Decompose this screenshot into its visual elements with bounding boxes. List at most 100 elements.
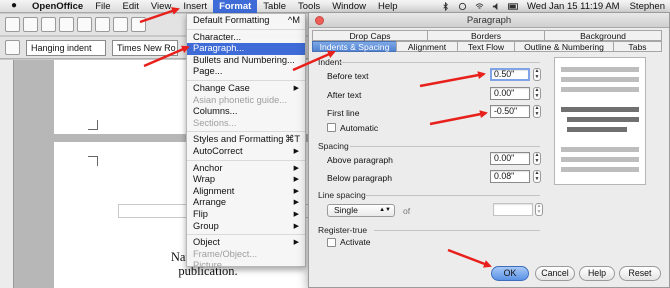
menu-item-columns[interactable]: Columns...: [187, 106, 305, 118]
above-paragraph-stepper[interactable]: ▲ ▼: [533, 152, 541, 165]
line-spacing-of-label: of: [403, 206, 411, 216]
menu-insert[interactable]: Insert: [177, 0, 213, 13]
tab-alignment[interactable]: Alignment: [396, 41, 458, 52]
preview-line: [567, 127, 627, 132]
tab-indents-spacing[interactable]: Indents & Spacing: [312, 41, 397, 52]
dialog-title: Paragraph: [466, 15, 512, 26]
menu-file[interactable]: File: [89, 0, 116, 13]
apple-icon[interactable]: ●: [8, 0, 20, 12]
format-menu: Default Formatting ^M Character... Paragr…: [186, 13, 306, 270]
menu-window[interactable]: Window: [326, 0, 372, 13]
menu-table[interactable]: Table: [257, 0, 292, 13]
menu-item-wrap[interactable]: Wrap ▶: [187, 174, 305, 186]
battery-icon[interactable]: [508, 2, 519, 11]
wifi-icon[interactable]: [474, 2, 485, 11]
tab-text-flow[interactable]: Text Flow: [457, 41, 515, 52]
line-spacing-of-input[interactable]: [493, 203, 533, 216]
dialog-titlebar: Paragraph: [309, 13, 669, 28]
menu-item-bullets-numbering[interactable]: Bullets and Numbering...: [187, 55, 305, 67]
after-text-input[interactable]: 0.00": [490, 87, 530, 100]
new-document-icon[interactable]: [5, 17, 20, 32]
menu-edit[interactable]: Edit: [117, 0, 145, 13]
submenu-arrow-icon: ▶: [293, 210, 299, 218]
submenu-arrow-icon: ▶: [293, 187, 299, 195]
paragraph-preview: [554, 57, 646, 185]
line-spacing-select[interactable]: Single ▲▼: [327, 204, 395, 217]
above-paragraph-label: Above paragraph: [327, 155, 393, 165]
first-line-input[interactable]: -0.50": [490, 105, 530, 118]
submenu-arrow-icon: ▶: [293, 164, 299, 172]
menu-view[interactable]: View: [145, 0, 177, 13]
activate-label: Activate: [340, 237, 371, 247]
font-name-combo[interactable]: Times New Ro: [112, 39, 178, 56]
open-icon[interactable]: [23, 17, 38, 32]
below-paragraph-label: Below paragraph: [327, 173, 392, 183]
volume-icon[interactable]: [491, 2, 502, 11]
menu-item-frame-object: Frame/Object...: [193, 248, 258, 259]
menubar-clock[interactable]: Wed Jan 15 11:19 AM: [522, 1, 625, 12]
first-line-label: First line: [327, 108, 360, 118]
menu-separator: [187, 131, 305, 133]
submenu-arrow-icon: ▶: [293, 239, 299, 247]
menubar-user[interactable]: Stephen: [625, 1, 670, 12]
tab-tabs[interactable]: Tabs: [613, 41, 662, 52]
menu-item-page[interactable]: Page...: [187, 66, 305, 78]
first-line-stepper[interactable]: ▲ ▼: [533, 105, 541, 118]
submenu-arrow-icon: ▶: [293, 147, 299, 155]
menu-item-arrange[interactable]: Arrange ▶: [187, 197, 305, 209]
preview-line: [561, 167, 639, 172]
before-text-label: Before text: [327, 71, 369, 81]
before-text-input[interactable]: 0.50": [490, 68, 530, 81]
bluetooth-icon[interactable]: [440, 1, 451, 11]
menu-item-anchor[interactable]: Anchor ▶: [187, 163, 305, 175]
line-spacing-of-stepper[interactable]: ▲ ▼: [535, 203, 543, 216]
save-icon[interactable]: [41, 17, 56, 32]
sync-icon[interactable]: [457, 2, 468, 11]
below-paragraph-input[interactable]: 0.08": [490, 170, 530, 183]
above-paragraph-input[interactable]: 0.00": [490, 152, 530, 165]
preview-line: [561, 107, 639, 112]
help-button[interactable]: Help: [579, 266, 615, 281]
tab-outline-numbering[interactable]: Outline & Numbering: [514, 41, 614, 52]
before-text-stepper[interactable]: ▲ ▼: [533, 68, 541, 81]
automatic-checkbox[interactable]: [327, 123, 336, 132]
menu-item-object[interactable]: Object ▶: [187, 237, 305, 249]
app-menu[interactable]: OpenOffice: [26, 0, 89, 13]
reset-button[interactable]: Reset: [619, 266, 661, 281]
submenu-arrow-icon: ▶: [293, 176, 299, 184]
menu-item-flip[interactable]: Flip ▶: [187, 209, 305, 221]
menu-separator: [187, 159, 305, 161]
tab-background[interactable]: Background: [544, 30, 662, 41]
indent-section-label: Indent: [318, 57, 342, 67]
after-text-stepper[interactable]: ▲ ▼: [533, 87, 541, 100]
menu-item-paragraph[interactable]: Paragraph...: [187, 43, 305, 55]
edit-file-icon[interactable]: [77, 17, 92, 32]
menu-item-change-case[interactable]: Change Case ▶: [187, 83, 305, 95]
menu-item-group[interactable]: Group ▶: [187, 221, 305, 233]
below-paragraph-stepper[interactable]: ▲ ▼: [533, 170, 541, 183]
menu-help[interactable]: Help: [372, 0, 404, 13]
paragraph-style-combo[interactable]: Hanging indent: [26, 39, 106, 56]
tab-borders[interactable]: Borders: [427, 30, 545, 41]
ok-button[interactable]: OK: [491, 266, 529, 281]
spellcheck-icon[interactable]: [131, 17, 146, 32]
spacing-section-label: Spacing: [318, 141, 349, 151]
tab-drop-caps[interactable]: Drop Caps: [312, 30, 428, 41]
menu-item-default-formatting[interactable]: Default Formatting ^M: [187, 15, 305, 27]
cancel-button[interactable]: Cancel: [535, 266, 575, 281]
menu-format[interactable]: Format: [213, 0, 258, 13]
close-window-icon[interactable]: [315, 16, 324, 25]
menu-tools[interactable]: Tools: [292, 0, 326, 13]
menu-item-styles-formatting[interactable]: Styles and Formatting ⌘T: [187, 134, 305, 146]
section-divider: [366, 195, 540, 196]
menu-item-autocorrect[interactable]: AutoCorrect ▶: [187, 146, 305, 158]
menu-item-alignment[interactable]: Alignment ▶: [187, 186, 305, 198]
activate-checkbox[interactable]: [327, 238, 336, 247]
print-icon[interactable]: [113, 17, 128, 32]
submenu-arrow-icon: ▶: [293, 222, 299, 230]
pdf-export-icon[interactable]: [95, 17, 110, 32]
styles-icon[interactable]: [5, 40, 20, 55]
email-icon[interactable]: [59, 17, 74, 32]
menu-item-character[interactable]: Character...: [187, 32, 305, 44]
section-divider: [374, 230, 540, 231]
